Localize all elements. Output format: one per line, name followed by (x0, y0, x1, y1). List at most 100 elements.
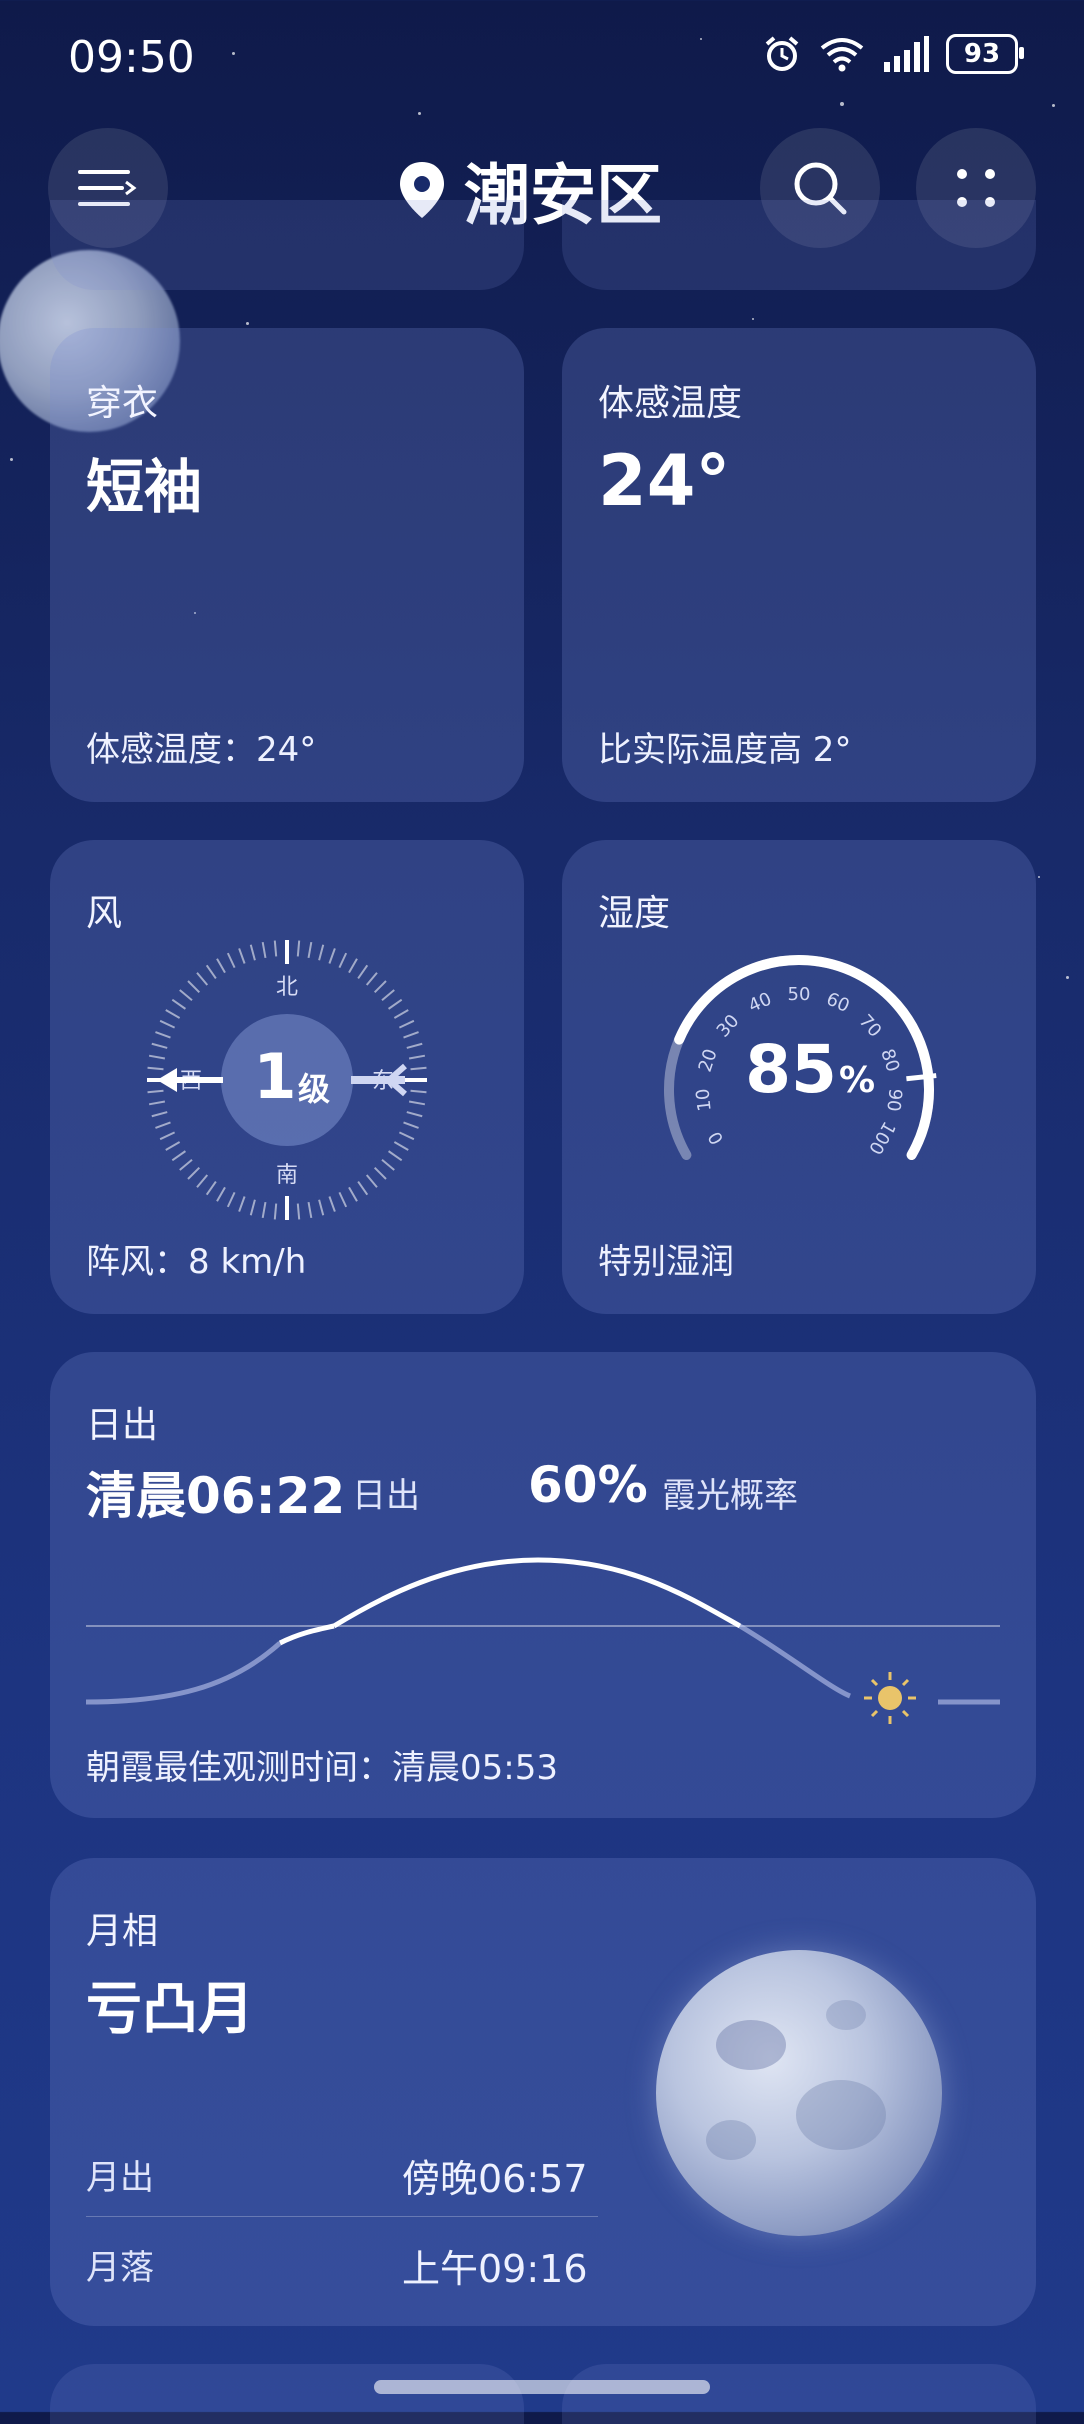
humidity-tick-label: 60 (823, 989, 852, 1018)
compass-tick (348, 958, 358, 974)
humidity-desc: 特别湿润 (598, 1242, 734, 1282)
humidity-tick-label: 40 (745, 989, 774, 1018)
compass-tick (296, 940, 301, 957)
compass-tick (205, 1181, 217, 1196)
compass-tick (226, 1191, 236, 1208)
compass-tick (147, 1066, 164, 1071)
humidity-tick-label: 10 (692, 1087, 715, 1112)
compass-tick (403, 1121, 419, 1129)
clothing-label: 穿衣 (86, 383, 159, 424)
sunrise-time-suffix: 日出 (352, 1476, 420, 1516)
humidity-gauge: 0 10 20 3040 50 6070 80 90 100 85 % (664, 955, 937, 1160)
best-glow-time: 朝霞最佳观测时间：清晨05:53 (86, 1748, 558, 1788)
compass-tick (155, 1121, 171, 1129)
compass-tick (403, 1031, 419, 1039)
clothing-card[interactable]: 穿衣 短袖 体感温度：24° (50, 328, 524, 802)
compass-tick (388, 998, 403, 1010)
wind-level: 1 (253, 1040, 296, 1113)
previous-card-left (50, 200, 524, 290)
home-indicator[interactable] (374, 2380, 710, 2394)
moonset-label: 月落 (86, 2248, 154, 2288)
signal-icon (884, 36, 929, 72)
compass-tick (148, 1054, 166, 1060)
sunrise-time: 清晨06:22 (86, 1467, 346, 1525)
moon-phase: 亏凸月 (86, 1977, 254, 2042)
compass-tick (216, 1186, 226, 1202)
compass-tick (171, 1150, 186, 1162)
feels-like-card[interactable]: 体感温度 24° 比实际温度高 2° (562, 328, 1036, 802)
sunrise-card[interactable]: 日出 清晨06:22 日出 60% 霞光概率 朝霞最佳观测时间：清晨05:53 (50, 1352, 1036, 1818)
clothing-feels: 体感温度：24° (86, 730, 317, 770)
compass-tick (408, 1054, 426, 1060)
compass-tick (159, 1131, 176, 1141)
compass-tick (365, 1174, 378, 1188)
compass-tick (165, 1009, 181, 1019)
compass-tick (179, 1158, 193, 1171)
compass-tick (393, 1141, 409, 1151)
compass-tick (165, 1141, 181, 1151)
compass-tick (179, 989, 193, 1002)
sun-icon (864, 1672, 916, 1724)
clothing-value: 短袖 (86, 453, 203, 521)
moonrise-time: 傍晚06:57 (402, 2157, 588, 2201)
moon-divider (86, 2216, 598, 2217)
feels-like-value: 24° (598, 440, 731, 522)
wind-level-unit: 级 (298, 1070, 330, 1108)
humidity-tick-label: 80 (876, 1046, 903, 1074)
status-time: 09:50 (68, 32, 195, 83)
compass-tick (398, 1131, 415, 1141)
compass-tick (147, 1089, 164, 1094)
compass-tick (357, 1181, 369, 1196)
compass-tick (388, 1150, 403, 1162)
compass-tick (338, 1191, 348, 1208)
compass-tick (348, 1186, 358, 1202)
humidity-tick-label: 30 (713, 1011, 744, 1042)
sunrise-label: 日出 (86, 1405, 159, 1446)
compass-tick (249, 1199, 256, 1216)
compass-tick (393, 1009, 409, 1019)
humidity-label: 湿度 (598, 893, 671, 934)
compass-tick (410, 1066, 427, 1071)
compass-tick (357, 964, 369, 979)
compass-tick (216, 958, 226, 974)
battery-indicator: 93 (946, 34, 1024, 74)
battery-level: 93 (963, 39, 1001, 69)
compass-north: 北 (276, 975, 298, 1000)
compass-tick (196, 972, 209, 986)
humidity-card[interactable]: 湿度 0 10 20 30 40 50 60 70 80 90 100 85 % 特别湿润 (562, 840, 1036, 1314)
compass-tick (151, 1042, 168, 1049)
compass-tick (196, 1174, 209, 1188)
compass-tick (338, 952, 348, 969)
glow-probability: 60% (528, 1456, 648, 1514)
compass-tick (187, 1166, 201, 1180)
compass-tick (328, 948, 336, 964)
humidity-unit: % (839, 1060, 875, 1101)
wind-card[interactable]: 风 北 南 西 东 1 级 阵风：8 km/h (50, 840, 524, 1314)
humidity-tick-label: 20 (695, 1046, 722, 1074)
compass-tick (398, 1019, 415, 1029)
wind-compass: 北 南 西 东 1 级 (147, 940, 427, 1220)
humidity-tick-label: 0 (704, 1128, 728, 1148)
compass-tick (249, 944, 256, 961)
compass-tick (296, 1203, 301, 1220)
humidity-tick-label: 70 (855, 1011, 886, 1042)
compass-tick (273, 1203, 278, 1220)
compass-tick (238, 948, 246, 964)
compass-tick (328, 1196, 336, 1212)
compass-tick (159, 1019, 176, 1029)
moon-image (656, 1950, 942, 2236)
compass-tick (381, 1158, 395, 1171)
moon-card[interactable]: 月相 亏凸月 月出 傍晚06:57 月落 上午09:16 (50, 1858, 1036, 2326)
compass-tick (205, 964, 217, 979)
moonrise-label: 月出 (86, 2158, 154, 2198)
glow-probability-label: 霞光概率 (662, 1476, 798, 1516)
compass-tick (365, 972, 378, 986)
compass-tick (261, 941, 267, 959)
next-card-right (562, 2364, 1036, 2424)
compass-tick (187, 980, 201, 994)
compass-tick (155, 1031, 171, 1039)
humidity-tick-label: 100 (864, 1118, 899, 1158)
moon-label: 月相 (86, 1911, 159, 1952)
feels-like-label: 体感温度 (598, 383, 743, 424)
compass-tick (273, 940, 278, 957)
